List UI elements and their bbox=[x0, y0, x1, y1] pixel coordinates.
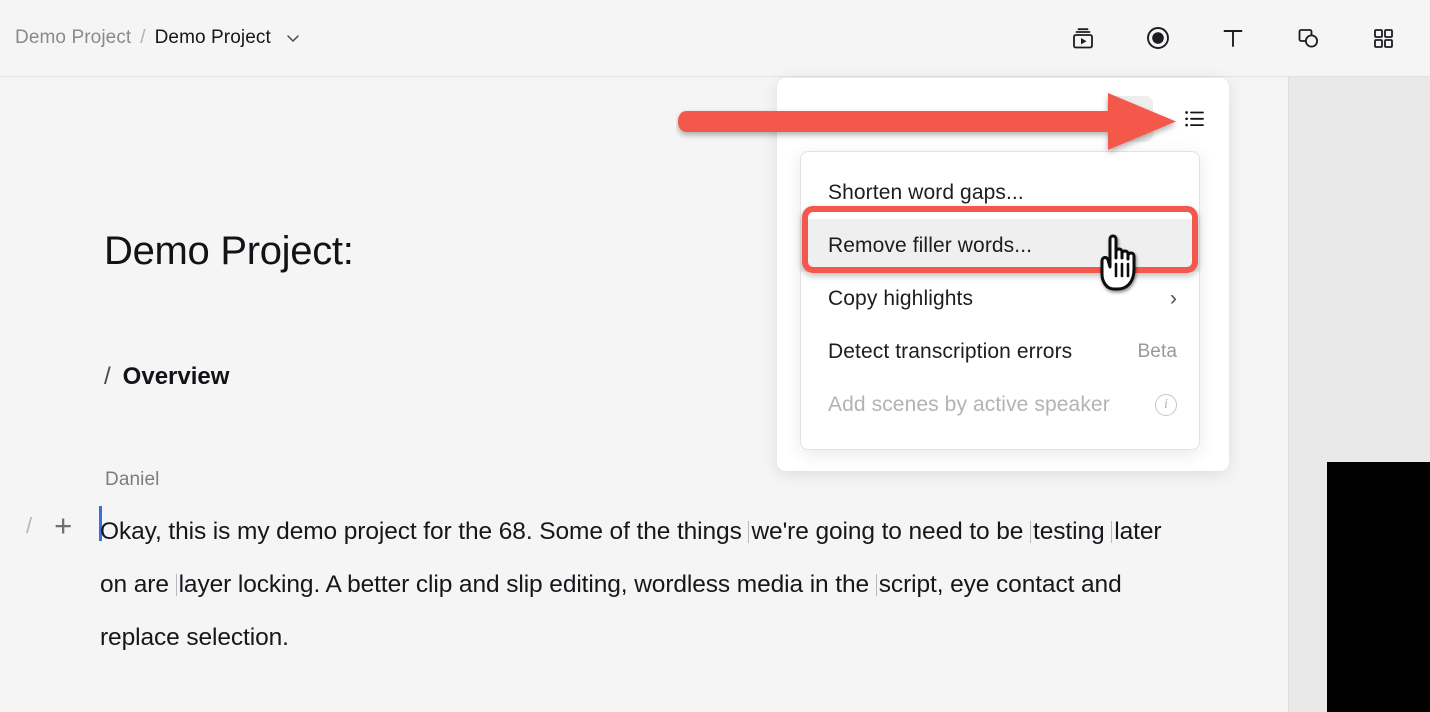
menu-item-detect-transcription-errors[interactable]: Detect transcription errors Beta bbox=[801, 325, 1199, 378]
menu-item-remove-filler-words[interactable]: Remove filler words... bbox=[801, 219, 1199, 272]
transcript-segment[interactable]: testing bbox=[1033, 518, 1111, 545]
right-side-rail bbox=[1288, 77, 1430, 712]
ai-sparkle-icon[interactable] bbox=[1107, 96, 1153, 142]
chevron-right-icon: › bbox=[1169, 286, 1177, 310]
chevron-down-icon[interactable] bbox=[284, 29, 302, 47]
media-library-icon[interactable] bbox=[1066, 21, 1100, 55]
menu-item-trailing: Beta bbox=[1138, 341, 1178, 363]
menu-item-shorten-word-gaps[interactable]: Shorten word gaps... bbox=[801, 166, 1199, 219]
word-boundary-tick bbox=[748, 521, 750, 543]
apps-grid-icon[interactable] bbox=[1366, 21, 1400, 55]
word-boundary-tick bbox=[1111, 521, 1113, 543]
breadcrumb-current[interactable]: Demo Project bbox=[155, 27, 271, 49]
menu-item-trailing: › bbox=[1170, 287, 1177, 311]
transcript-segment[interactable]: we're going to need to be bbox=[751, 518, 1030, 545]
menu-item-label: Add scenes by active speaker bbox=[828, 392, 1110, 416]
ai-panel-toolbar bbox=[1107, 96, 1217, 142]
breadcrumb: Demo Project / Demo Project bbox=[15, 27, 302, 49]
header-tool-group bbox=[1066, 21, 1400, 55]
paragraph-gutter: / + bbox=[26, 510, 72, 541]
menu-item-label: Copy highlights bbox=[828, 286, 974, 310]
menu-item-label: Shorten word gaps... bbox=[828, 180, 1024, 204]
transcript-paragraph[interactable]: Okay, this is my demo project for the 68… bbox=[100, 505, 1185, 664]
word-boundary-tick bbox=[875, 574, 877, 596]
word-boundary-tick bbox=[175, 574, 177, 596]
list-icon[interactable] bbox=[1171, 96, 1217, 142]
menu-item-add-scenes-by-active-speaker: Add scenes by active speaker i bbox=[801, 378, 1199, 431]
beta-badge: Beta bbox=[1137, 340, 1177, 362]
paragraph-slash-marker[interactable]: / bbox=[26, 513, 32, 539]
section-marker: / bbox=[104, 363, 111, 390]
breadcrumb-parent[interactable]: Demo Project bbox=[15, 27, 131, 49]
top-header-bar: Demo Project / Demo Project bbox=[0, 0, 1430, 77]
info-icon[interactable]: i bbox=[1155, 393, 1177, 416]
menu-item-label: Remove filler words... bbox=[828, 233, 1033, 257]
add-block-button[interactable]: + bbox=[54, 510, 72, 541]
text-icon[interactable] bbox=[1216, 21, 1250, 55]
app-window: Demo Project / Demo Project Demo Project… bbox=[0, 0, 1430, 712]
record-icon[interactable] bbox=[1141, 21, 1175, 55]
video-preview[interactable] bbox=[1327, 462, 1430, 712]
ai-dropdown-menu: Shorten word gaps... Remove filler words… bbox=[800, 151, 1200, 450]
page-title[interactable]: Demo Project: bbox=[104, 229, 354, 274]
word-boundary-tick bbox=[1030, 521, 1032, 543]
breadcrumb-separator: / bbox=[140, 27, 146, 48]
section-heading: / Overview bbox=[104, 363, 229, 391]
menu-item-label: Detect transcription errors bbox=[828, 339, 1073, 363]
ai-tools-panel: Shorten word gaps... Remove filler words… bbox=[777, 78, 1229, 471]
transcript-segment[interactable]: Okay, this is my demo project for the 68… bbox=[100, 518, 748, 545]
section-heading-label[interactable]: Overview bbox=[123, 363, 230, 391]
menu-item-copy-highlights[interactable]: Copy highlights › bbox=[801, 272, 1199, 325]
speaker-name[interactable]: Daniel bbox=[105, 469, 159, 491]
transcript-segment[interactable]: layer locking. A better clip and slip ed… bbox=[179, 571, 876, 598]
menu-item-trailing: i bbox=[1155, 393, 1177, 416]
shapes-icon[interactable] bbox=[1291, 21, 1325, 55]
